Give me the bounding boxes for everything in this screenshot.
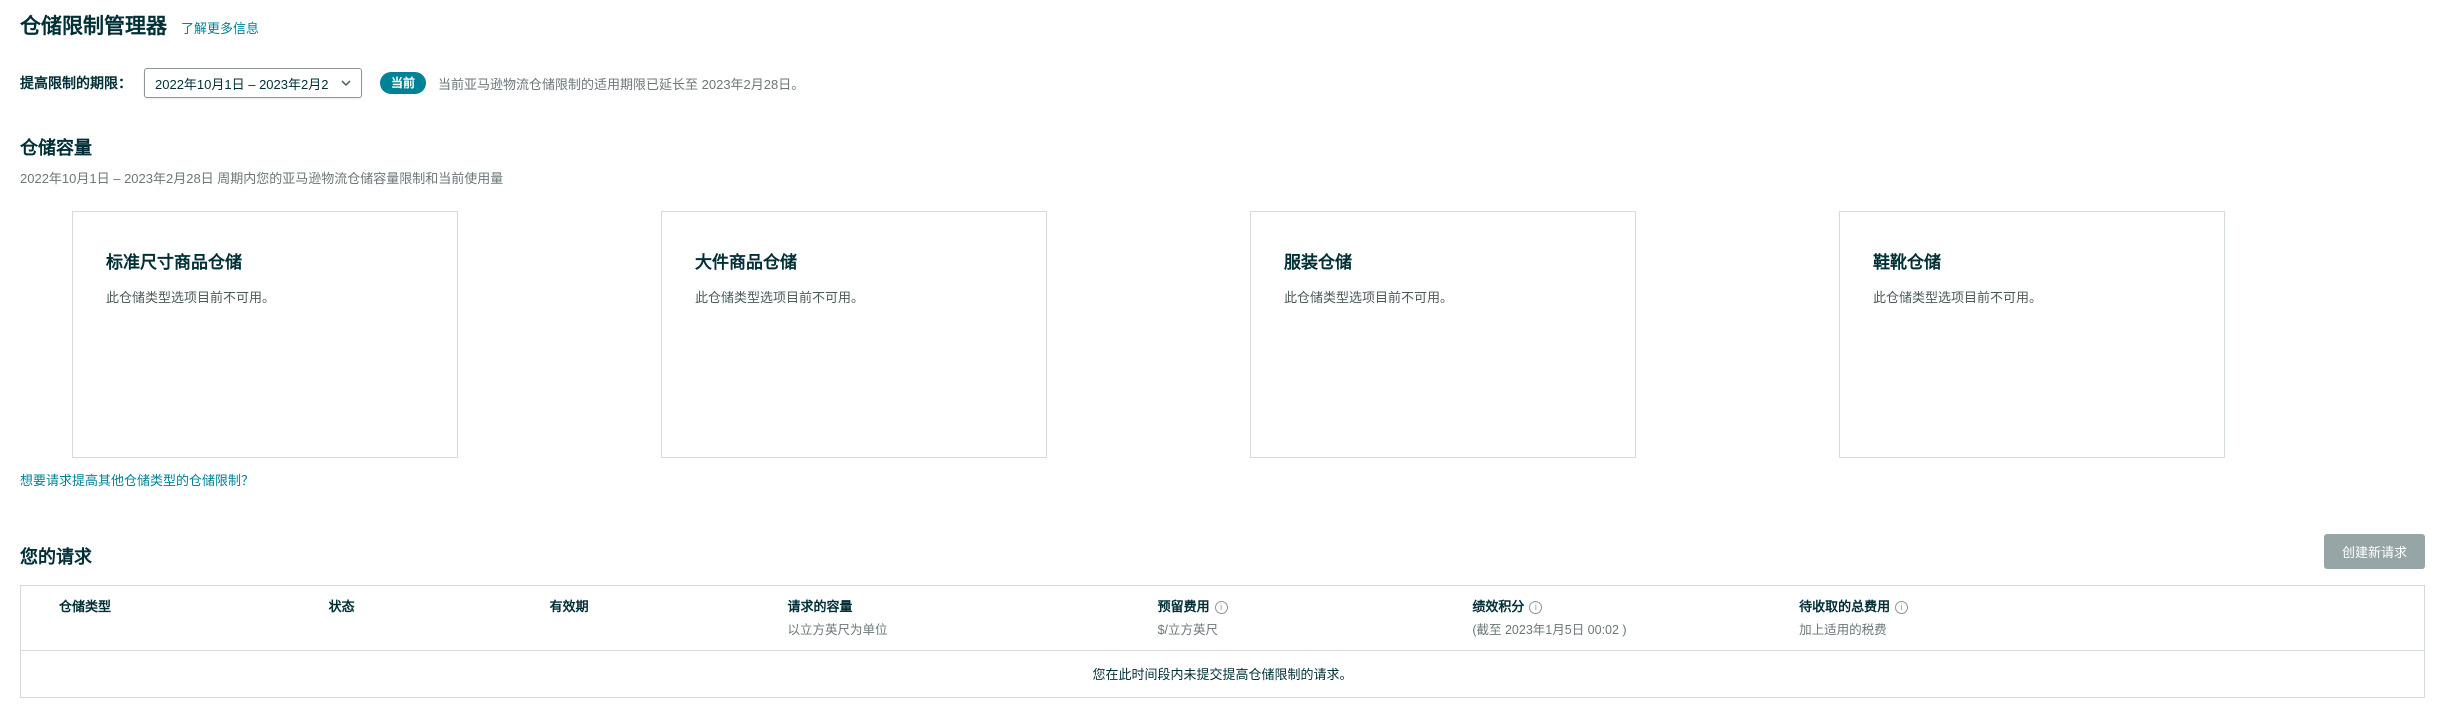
column-requested-capacity: 请求的容量 以立方英尺为单位 [787,599,888,637]
column-performance-credits: 绩效积分 i (截至 2023年1月5日 00:02 ) [1472,599,1627,637]
page-header: 仓储限制管理器 了解更多信息 [20,12,2425,42]
requests-header: 您的请求 创建新请求 [20,534,2425,569]
info-icon[interactable]: i [1529,601,1543,614]
card-footwear-storage: 鞋靴仓储 此仓储类型选项目前不可用。 [1839,211,2225,458]
card-apparel-storage: 服装仓储 此仓储类型选项目前不可用。 [1250,211,1636,458]
column-status: 状态 [328,599,355,614]
card-title: 鞋靴仓储 [1873,253,1941,272]
capacity-cards: 标准尺寸商品仓储 此仓储类型选项目前不可用。 大件商品仓储 此仓储类型选项目前不… [72,211,2425,458]
card-title: 大件商品仓储 [695,253,797,272]
period-select-value: 2022年10月1日 – 2023年2月2 [155,76,329,92]
column-total-fee-to-collect: 待收取的总费用 i 加上适用的税费 [1787,596,2424,638]
requests-table-header: 仓储类型 状态 有效期 请求的容量 以立方英尺为单位 预留费用 i $/立方英尺 … [21,586,2424,651]
create-new-request-button[interactable]: 创建新请求 [2323,534,2425,569]
column-validity-period: 有效期 [549,599,589,614]
card-message: 此仓储类型选项目前不可用。 [106,290,276,305]
storage-limit-manager-page: 仓储限制管理器 了解更多信息 提高限制的期限： 2022年10月1日 – 202… [0,0,2445,698]
period-label: 提高限制的期限： [20,75,132,91]
period-select[interactable]: 2022年10月1日 – 2023年2月2 [144,68,362,98]
page-title: 仓储限制管理器 [20,15,167,38]
info-icon[interactable]: i [1895,601,1909,614]
card-standard-size-storage: 标准尺寸商品仓储 此仓储类型选项目前不可用。 [72,211,458,458]
current-badge: 当前 [380,72,427,94]
requests-table: 仓储类型 状态 有效期 请求的容量 以立方英尺为单位 预留费用 i $/立方英尺 … [20,585,2425,698]
card-title: 服装仓储 [1284,253,1352,272]
empty-state-message: 您在此时间段内未提交提高仓储限制的请求。 [1092,667,1353,682]
capacity-section-title: 仓储容量 [20,138,92,158]
period-note: 当前亚马逊物流仓储限制的适用期限已延长至 2023年2月28日。 [438,76,805,92]
column-reservation-fee: 预留费用 i $/立方英尺 [1146,596,1461,638]
requests-section-title: 您的请求 [20,547,92,567]
card-message: 此仓储类型选项目前不可用。 [1873,290,2043,305]
capacity-section-subtitle: 2022年10月1日 – 2023年2月28日 周期内您的亚马逊物流仓储容量限制… [20,171,504,186]
learn-more-link[interactable]: 了解更多信息 [181,18,259,37]
card-message: 此仓储类型选项目前不可用。 [695,290,865,305]
info-icon[interactable]: i [1214,601,1228,614]
chevron-down-icon [341,80,351,86]
card-message: 此仓储类型选项目前不可用。 [1284,290,1454,305]
period-row: 提高限制的期限： 2022年10月1日 – 2023年2月2 当前 当前亚马逊物… [20,68,2425,98]
card-oversize-storage: 大件商品仓储 此仓储类型选项目前不可用。 [661,211,1047,458]
other-storage-types-link[interactable]: 想要请求提高其他仓储类型的仓储限制？ [20,470,254,489]
card-title: 标准尺寸商品仓储 [106,253,242,272]
column-storage-type: 仓储类型 [59,599,112,614]
